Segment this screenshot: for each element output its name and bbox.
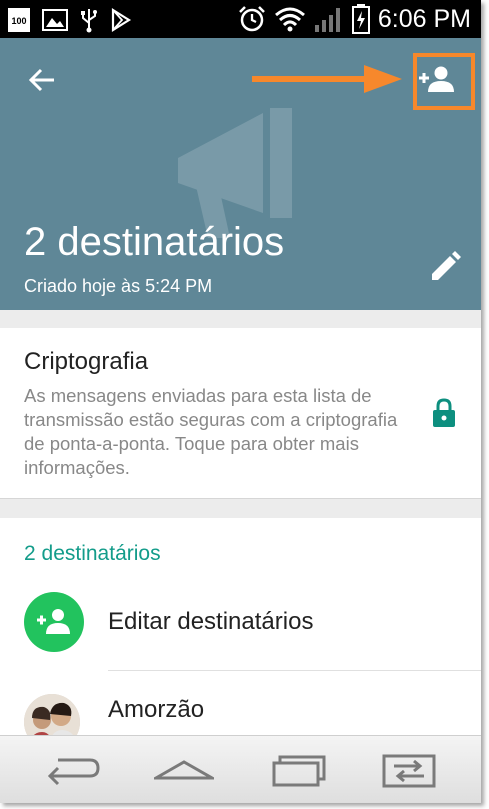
battery-saver-icon: 100 <box>8 8 30 32</box>
page-title: 2 destinatários <box>24 220 285 264</box>
usb-icon <box>81 9 97 33</box>
contact-name: Amorzão <box>108 696 205 723</box>
add-recipient-icon[interactable] <box>418 64 454 94</box>
edit-recipients-label: Editar destinatários <box>108 608 314 635</box>
nav-home-icon[interactable] <box>154 750 214 790</box>
status-bar: 100 6:06 PM <box>0 0 481 38</box>
battery-saver-label: 100 <box>11 16 27 26</box>
lock-icon <box>433 398 455 427</box>
status-time: 6:06 PM <box>377 4 471 33</box>
signal-icon <box>314 8 340 32</box>
back-icon[interactable] <box>26 64 58 96</box>
play-store-icon <box>111 8 132 32</box>
encryption-title: Criptografia <box>24 348 149 375</box>
alarm-icon <box>239 6 265 32</box>
person-add-icon <box>37 609 70 634</box>
nav-back-icon[interactable] <box>40 750 100 790</box>
created-time: Criado hoje às 5:24 PM <box>24 276 213 296</box>
nav-recents-icon[interactable] <box>268 750 328 790</box>
nav-dual-window-icon[interactable] <box>380 750 440 790</box>
edit-pencil-icon[interactable] <box>428 250 462 284</box>
battery-charging-icon <box>351 4 370 34</box>
recipients-card: 2 destinatários Editar destinatários Amo… <box>0 518 481 750</box>
edit-recipients-button[interactable] <box>24 592 84 652</box>
status-bar-notifications: 100 <box>8 7 132 33</box>
phone-screen: 100 6:06 PM 2 destinatários Criado hoje … <box>0 0 481 803</box>
wifi-icon <box>274 7 305 32</box>
list-divider <box>108 670 481 671</box>
encryption-card[interactable]: Criptografia As mensagens enviadas para … <box>0 328 481 499</box>
status-bar-system: 6:06 PM <box>238 4 471 34</box>
annotation-arrow-icon <box>252 65 402 93</box>
gallery-icon <box>42 9 68 31</box>
encryption-description: As mensagens enviadas para esta lista de… <box>24 385 398 478</box>
contact-list-item[interactable]: Amorzão <box>0 676 481 750</box>
navigation-bar <box>0 735 481 803</box>
recipients-count-header: 2 destinatários <box>24 542 161 565</box>
broadcast-list-header: 2 destinatários Criado hoje às 5:24 PM <box>0 38 481 310</box>
edit-recipients-row[interactable]: Editar destinatários <box>0 588 481 670</box>
